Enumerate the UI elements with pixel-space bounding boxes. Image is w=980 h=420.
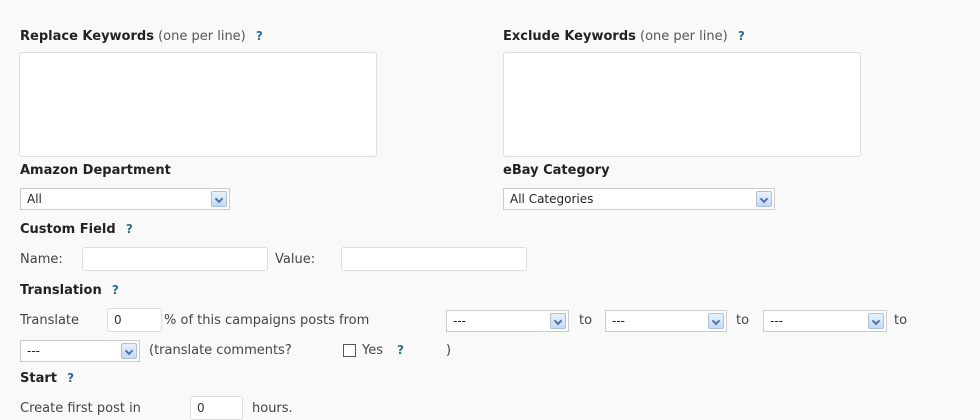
replace-keywords-title: Replace Keywords [20,29,154,44]
exclude-keywords-textarea[interactable] [503,52,861,157]
start-prefix: Create first post in [20,401,141,416]
start-title: Start [20,371,57,386]
exclude-keywords-label: Exclude Keywords (one per line) ? [503,29,745,44]
custom-field-heading: Custom Field ? [20,222,133,237]
translation-language-select-1[interactable]: --- [446,310,569,332]
chevron-down-icon [708,313,724,329]
translation-title: Translation [20,283,102,298]
replace-keywords-label: Replace Keywords (one per line) ? [20,29,263,44]
exclude-keywords-title: Exclude Keywords [503,29,636,44]
amazon-department-label: Amazon Department [20,163,171,178]
chevron-down-icon [211,191,227,207]
chevron-down-icon [868,313,884,329]
translate-comments-checkbox[interactable] [343,344,356,357]
translation-language-select-3[interactable]: --- [763,310,887,332]
translation-to-2: to [736,313,750,328]
custom-field-value-label: Value: [275,252,316,267]
translation-language-value-3: --- [770,314,783,328]
custom-field-value-input[interactable] [341,247,527,271]
translate-comments-close: ) [446,343,452,358]
replace-keywords-textarea[interactable] [19,52,377,157]
replace-keywords-hint: (one per line) [158,29,246,44]
exclude-keywords-help-icon[interactable]: ? [738,29,745,43]
exclude-keywords-hint: (one per line) [640,29,728,44]
translation-percent-input[interactable]: 0 [107,308,162,332]
start-suffix: hours. [252,401,293,416]
translation-language-value-2: --- [612,314,625,328]
translation-from-text: % of this campaigns posts from [164,313,370,328]
translate-comments-yes-label: Yes [362,343,383,358]
translation-help-icon[interactable]: ? [112,283,119,297]
ebay-category-value: All Categories [510,192,594,206]
translate-comments-text: (translate comments? [149,343,292,358]
chevron-down-icon [121,343,137,359]
replace-keywords-help-icon[interactable]: ? [256,29,263,43]
translation-language-select-4[interactable]: --- [20,340,140,362]
translation-heading: Translation ? [20,283,119,298]
chevron-down-icon [550,313,566,329]
translation-language-select-2[interactable]: --- [605,310,727,332]
amazon-department-value: All [27,192,42,206]
custom-field-help-icon[interactable]: ? [126,222,133,236]
start-heading: Start ? [20,371,74,386]
custom-field-title: Custom Field [20,222,116,237]
translation-to-3: to [894,313,908,328]
custom-field-name-input[interactable] [82,247,268,271]
custom-field-name-label: Name: [20,252,63,267]
translation-to-1: to [579,313,593,328]
translate-comments-help-icon[interactable]: ? [397,343,404,357]
translation-language-value-4: --- [27,344,40,358]
start-hours-input[interactable]: 0 [190,396,243,420]
ebay-category-select[interactable]: All Categories [503,188,775,210]
ebay-category-label: eBay Category [503,163,610,178]
translation-language-value-1: --- [453,314,466,328]
amazon-department-select[interactable]: All [20,188,230,210]
start-help-icon[interactable]: ? [67,371,74,385]
translation-prefix: Translate [20,313,80,328]
chevron-down-icon [756,191,772,207]
